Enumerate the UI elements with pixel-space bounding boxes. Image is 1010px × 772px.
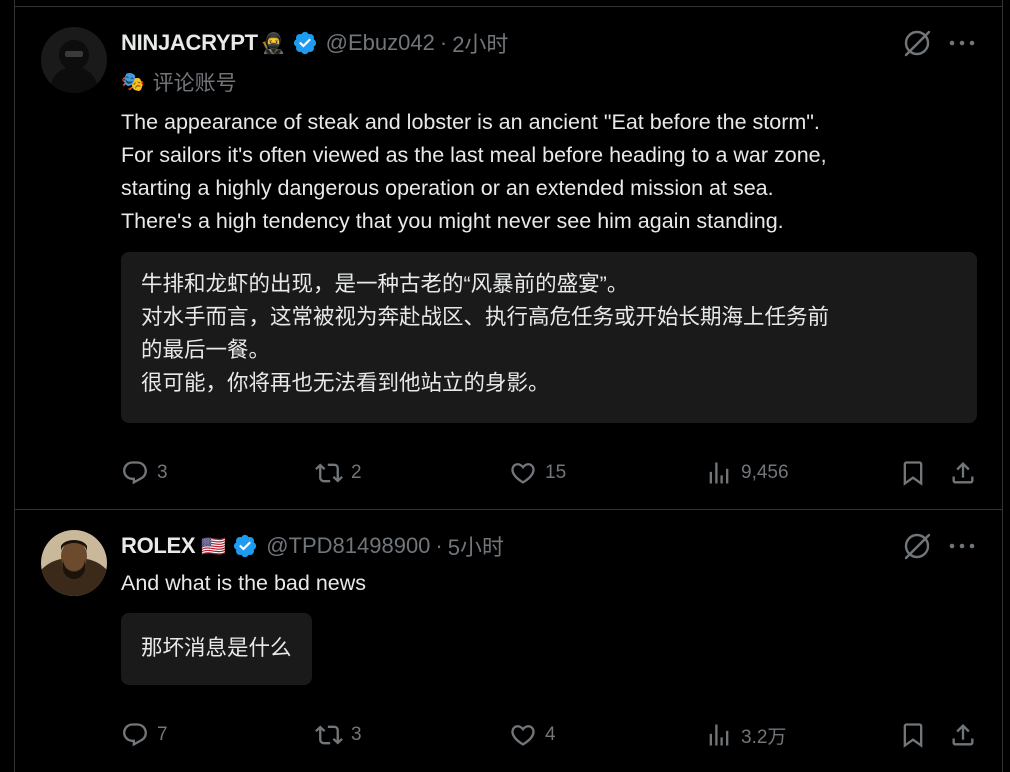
share-button[interactable] (949, 718, 977, 752)
bookmark-icon (903, 461, 923, 486)
like-count: 4 (545, 724, 556, 745)
retweet-count: 3 (351, 724, 362, 745)
handle[interactable]: @TPD81498900 (266, 533, 430, 559)
action-bar: 3 2 15 9,456 (121, 456, 989, 490)
share-button[interactable] (949, 456, 977, 490)
reply-count: 7 (157, 724, 168, 745)
like-count: 15 (545, 462, 567, 483)
translation-line: 牛排和龙虾的出现，是一种古老的“风暴前的盛宴”。 (141, 272, 629, 296)
avatar[interactable] (41, 27, 107, 93)
timestamp[interactable]: 2小时 (452, 27, 508, 59)
text-line: The appearance of steak and lobster is a… (121, 110, 820, 134)
text-line: And what is the bad news (121, 571, 367, 595)
tweet-text: And what is the bad news (121, 567, 981, 600)
separator: · (439, 30, 448, 55)
views-button[interactable]: 9,456 (705, 456, 789, 490)
timestamp[interactable]: 5小时 (448, 530, 504, 562)
tweet-text: The appearance of steak and lobster is a… (121, 106, 981, 238)
timeline: NINJACRYPT 🥷 @Ebuz042 · 2小时 🎭 评论账号 The a… (14, 0, 1003, 772)
display-name[interactable]: ROLEX (121, 533, 196, 559)
like-icon (511, 463, 535, 484)
separator: · (435, 533, 443, 558)
badge-label[interactable]: 评论账号 (153, 67, 237, 97)
text-line: For sailors it's often viewed as the las… (121, 143, 827, 167)
translation-line: 那坏消息是什么 (141, 636, 292, 660)
handle[interactable]: @Ebuz042 (326, 30, 435, 56)
retweet-button[interactable]: 3 (315, 718, 362, 752)
action-bar: 7 3 4 3.2万 (121, 718, 989, 752)
reply-button[interactable]: 7 (121, 718, 168, 752)
views-button[interactable]: 3.2万 (705, 718, 786, 752)
translation-box: 牛排和龙虾的出现，是一种古老的“风暴前的盛宴”。 对水手而言，这常被视为奔赴战区… (121, 252, 977, 423)
ninja-emoji: 🥷 (260, 32, 286, 55)
views-count: 9,456 (741, 462, 789, 483)
reply-icon (123, 723, 147, 747)
views-icon (709, 724, 729, 746)
views-icon (709, 462, 729, 484)
views-count: 3.2万 (741, 726, 787, 748)
reply-count: 3 (157, 462, 168, 483)
translation-line: 对水手而言，这常被视为奔赴战区、执行高危任务或开始长期海上任务前 (141, 305, 830, 329)
text-line: starting a highly dangerous operation or… (121, 176, 774, 200)
tweet-ninjacrypt[interactable]: NINJACRYPT 🥷 @Ebuz042 · 2小时 🎭 评论账号 The a… (15, 0, 1002, 509)
reply-icon (123, 461, 147, 485)
reply-button[interactable]: 3 (121, 456, 168, 490)
more-icon[interactable] (947, 28, 977, 58)
retweet-button[interactable]: 2 (315, 456, 362, 490)
bookmark-button[interactable] (899, 456, 927, 490)
retweet-count: 2 (351, 462, 362, 483)
share-icon (952, 724, 974, 746)
retweet-icon (315, 463, 343, 483)
grok-icon[interactable] (902, 28, 932, 58)
tweet-rolex[interactable]: ROLEX 🇺🇸 @TPD81498900 · 5小时 And what is … (15, 510, 1002, 772)
retweet-icon (315, 725, 343, 745)
bookmark-button[interactable] (899, 718, 927, 752)
translation-line: 很可能，你将再也无法看到他站立的身影。 (141, 371, 550, 395)
like-icon (511, 725, 535, 746)
display-name[interactable]: NINJACRYPT (121, 30, 258, 56)
text-line: There's a high tendency that you might n… (121, 209, 784, 233)
verified-badge-icon (292, 30, 318, 56)
like-button[interactable]: 15 (509, 456, 566, 490)
more-icon[interactable] (947, 531, 977, 561)
translation-line: 的最后一餐。 (141, 338, 271, 362)
share-icon (952, 462, 974, 484)
mask-icon: 🎭 (121, 72, 145, 93)
grok-icon[interactable] (902, 531, 932, 561)
bookmark-icon (903, 723, 923, 748)
like-button[interactable]: 4 (509, 718, 556, 752)
translation-box: 那坏消息是什么 (121, 613, 312, 685)
avatar[interactable] (41, 530, 107, 596)
verified-badge-icon (232, 533, 258, 559)
us-flag-emoji: 🇺🇸 (201, 535, 227, 558)
